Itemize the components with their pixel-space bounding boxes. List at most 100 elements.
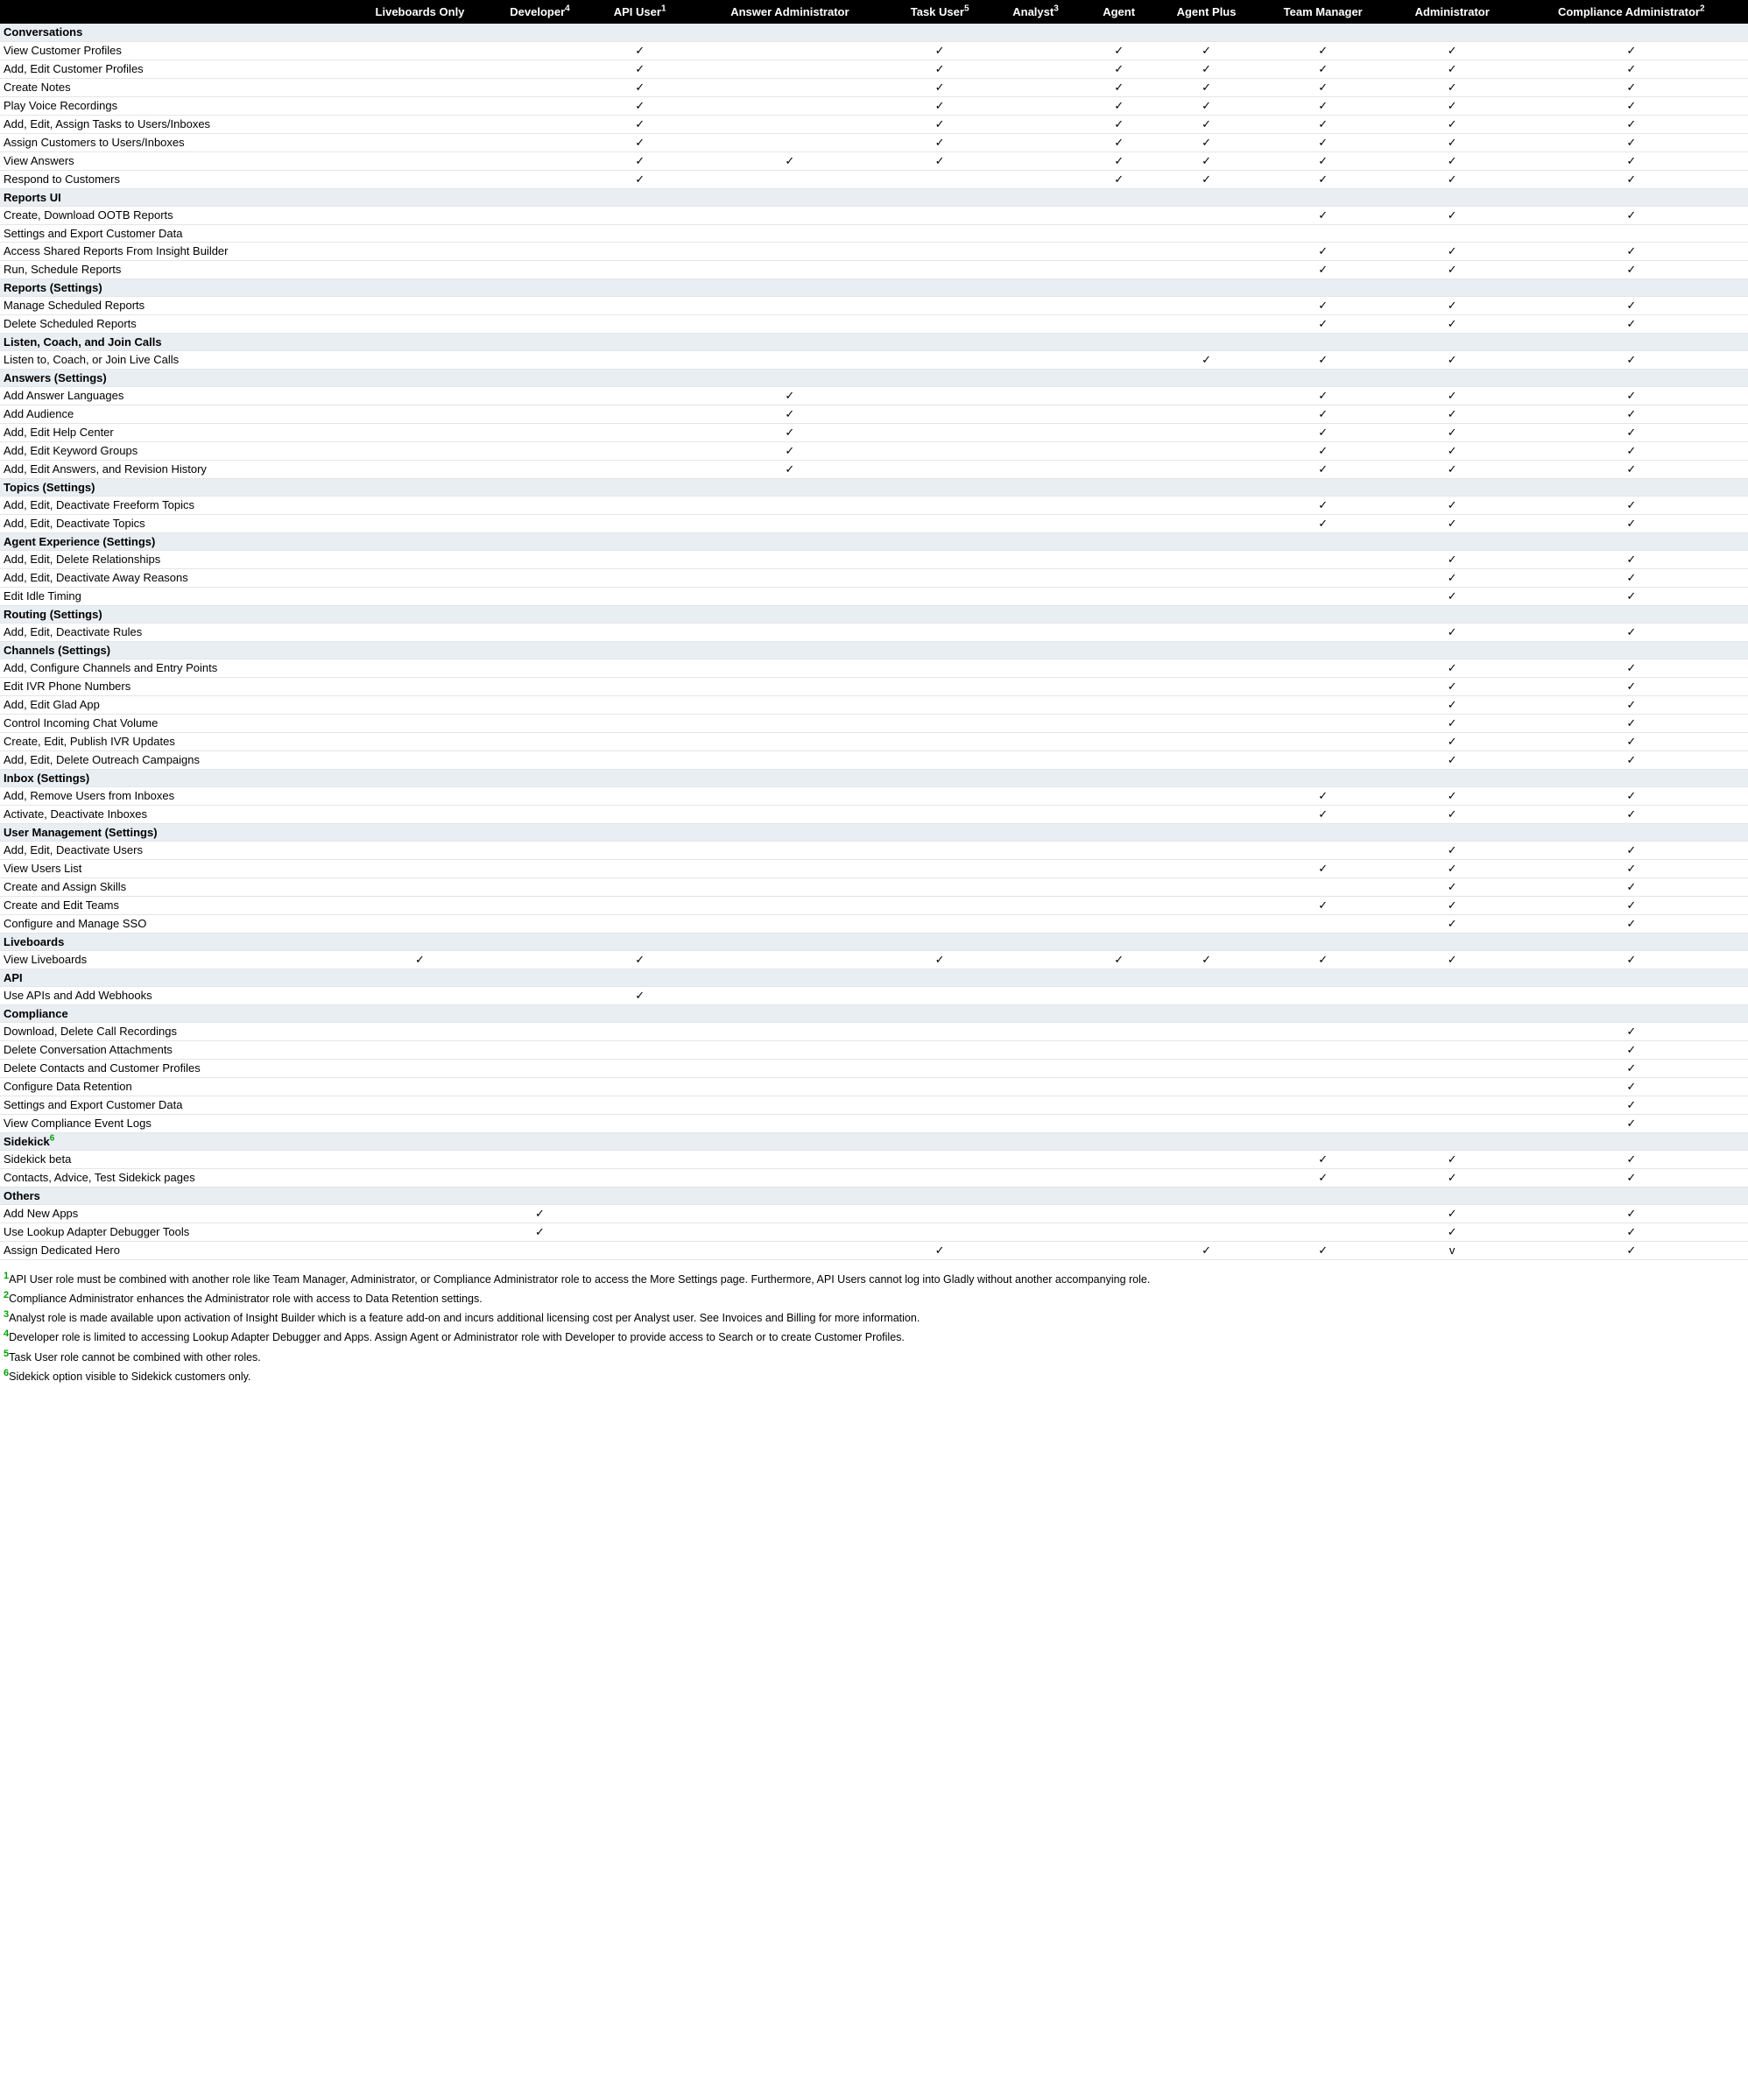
permission-cell xyxy=(1082,986,1157,1004)
permission-cell xyxy=(990,714,1082,732)
section-empty-cell xyxy=(1515,333,1748,350)
permission-cell xyxy=(1156,1059,1256,1077)
permission-cell xyxy=(990,986,1082,1004)
section-title-cell: Others xyxy=(0,1187,350,1204)
table-row: Add, Edit Customer Profiles✓✓✓✓✓✓✓ xyxy=(0,60,1748,78)
permission-cell xyxy=(1156,805,1256,823)
row-label: Create and Edit Teams xyxy=(0,896,350,914)
permission-cell: ✓ xyxy=(1257,514,1390,532)
section-empty-cell xyxy=(1082,532,1157,550)
row-label: Add, Edit, Deactivate Rules xyxy=(0,623,350,641)
section-title: Channels (Settings) xyxy=(4,644,110,657)
table-row: Create Notes✓✓✓✓✓✓✓ xyxy=(0,78,1748,96)
permission-cell: ✓ xyxy=(1515,896,1748,914)
permission-cell xyxy=(490,441,589,460)
permission-cell xyxy=(1082,1204,1157,1223)
permission-cell xyxy=(490,152,589,170)
permission-cell xyxy=(990,133,1082,152)
permission-cell xyxy=(350,677,490,695)
permission-cell xyxy=(690,786,890,805)
permission-cell xyxy=(490,314,589,333)
section-empty-cell xyxy=(1082,969,1157,986)
permission-cell xyxy=(690,732,890,751)
permission-cell xyxy=(590,206,690,224)
permission-cell: ✓ xyxy=(1390,1223,1515,1241)
permission-cell xyxy=(990,1096,1082,1114)
section-empty-cell xyxy=(590,24,690,41)
section-empty-cell xyxy=(1082,188,1157,206)
row-label: Add, Edit Keyword Groups xyxy=(0,441,350,460)
permission-cell xyxy=(890,224,990,242)
permission-cell: ✓ xyxy=(1390,877,1515,896)
section-empty-cell xyxy=(1390,823,1515,841)
section-empty-cell xyxy=(890,532,990,550)
permission-cell xyxy=(990,78,1082,96)
column-footnote-ref: 5 xyxy=(964,4,969,14)
row-label: Activate, Deactivate Inboxes xyxy=(0,805,350,823)
section-empty-cell xyxy=(1390,1004,1515,1022)
section-empty-cell xyxy=(1390,769,1515,786)
section-empty-cell xyxy=(1156,478,1256,496)
permission-cell: ✓ xyxy=(1257,405,1390,423)
permission-cell: ✓ xyxy=(1257,152,1390,170)
permission-cell: ✓ xyxy=(1515,841,1748,859)
permission-cell: ✓ xyxy=(1515,714,1748,732)
permission-cell: ✓ xyxy=(1515,152,1748,170)
permission-cell: ✓ xyxy=(1156,115,1256,133)
section-empty-cell xyxy=(890,641,990,659)
permission-cell xyxy=(490,260,589,278)
permission-cell xyxy=(890,441,990,460)
permission-cell: ✓ xyxy=(1515,1241,1748,1259)
section-title-cell: Topics (Settings) xyxy=(0,478,350,496)
section-header-row: Reports (Settings) xyxy=(0,278,1748,296)
permission-cell xyxy=(890,496,990,514)
permission-cell xyxy=(350,695,490,714)
permission-cell: ✓ xyxy=(1257,950,1390,969)
column-label: Developer xyxy=(510,5,565,18)
permission-cell xyxy=(1082,460,1157,478)
permission-cell: ✓ xyxy=(1390,623,1515,641)
permission-cell: ✓ xyxy=(1390,1204,1515,1223)
section-empty-cell xyxy=(1156,641,1256,659)
permission-cell xyxy=(590,550,690,568)
section-empty-cell xyxy=(1390,641,1515,659)
permission-cell: ✓ xyxy=(1390,386,1515,405)
row-label: Delete Conversation Attachments xyxy=(0,1040,350,1059)
permission-cell: ✓ xyxy=(1515,496,1748,514)
permission-cell: ✓ xyxy=(1390,423,1515,441)
permission-cell xyxy=(690,805,890,823)
section-empty-cell xyxy=(1156,969,1256,986)
permission-cell xyxy=(1156,460,1256,478)
permission-cell xyxy=(890,242,990,260)
permission-cell: ✓ xyxy=(1390,206,1515,224)
permission-cell: ✓ xyxy=(890,133,990,152)
permission-cell: ✓ xyxy=(1390,242,1515,260)
column-header: Analyst3 xyxy=(990,0,1082,24)
permission-cell xyxy=(990,296,1082,314)
permission-cell xyxy=(690,41,890,60)
section-empty-cell xyxy=(490,1187,589,1204)
permission-cell xyxy=(690,1096,890,1114)
permission-cell xyxy=(1156,841,1256,859)
permission-cell xyxy=(350,78,490,96)
permission-cell xyxy=(1082,568,1157,587)
section-title: Answers (Settings) xyxy=(4,371,107,384)
permission-cell: ✓ xyxy=(1390,60,1515,78)
permission-cell xyxy=(990,805,1082,823)
permission-cell: ✓ xyxy=(1515,1096,1748,1114)
permission-cell xyxy=(1257,841,1390,859)
section-empty-cell xyxy=(1515,532,1748,550)
permission-cell: ✓ xyxy=(1390,859,1515,877)
permission-cell xyxy=(990,751,1082,769)
permission-cell xyxy=(690,206,890,224)
permission-cell xyxy=(990,623,1082,641)
permission-cell xyxy=(350,1204,490,1223)
permission-cell xyxy=(890,786,990,805)
permission-cell xyxy=(350,1168,490,1187)
section-title: Agent Experience (Settings) xyxy=(4,535,155,548)
section-empty-cell xyxy=(490,605,589,623)
section-empty-cell xyxy=(1390,24,1515,41)
section-title-cell: Channels (Settings) xyxy=(0,641,350,659)
permission-cell xyxy=(1156,859,1256,877)
section-empty-cell xyxy=(690,478,890,496)
